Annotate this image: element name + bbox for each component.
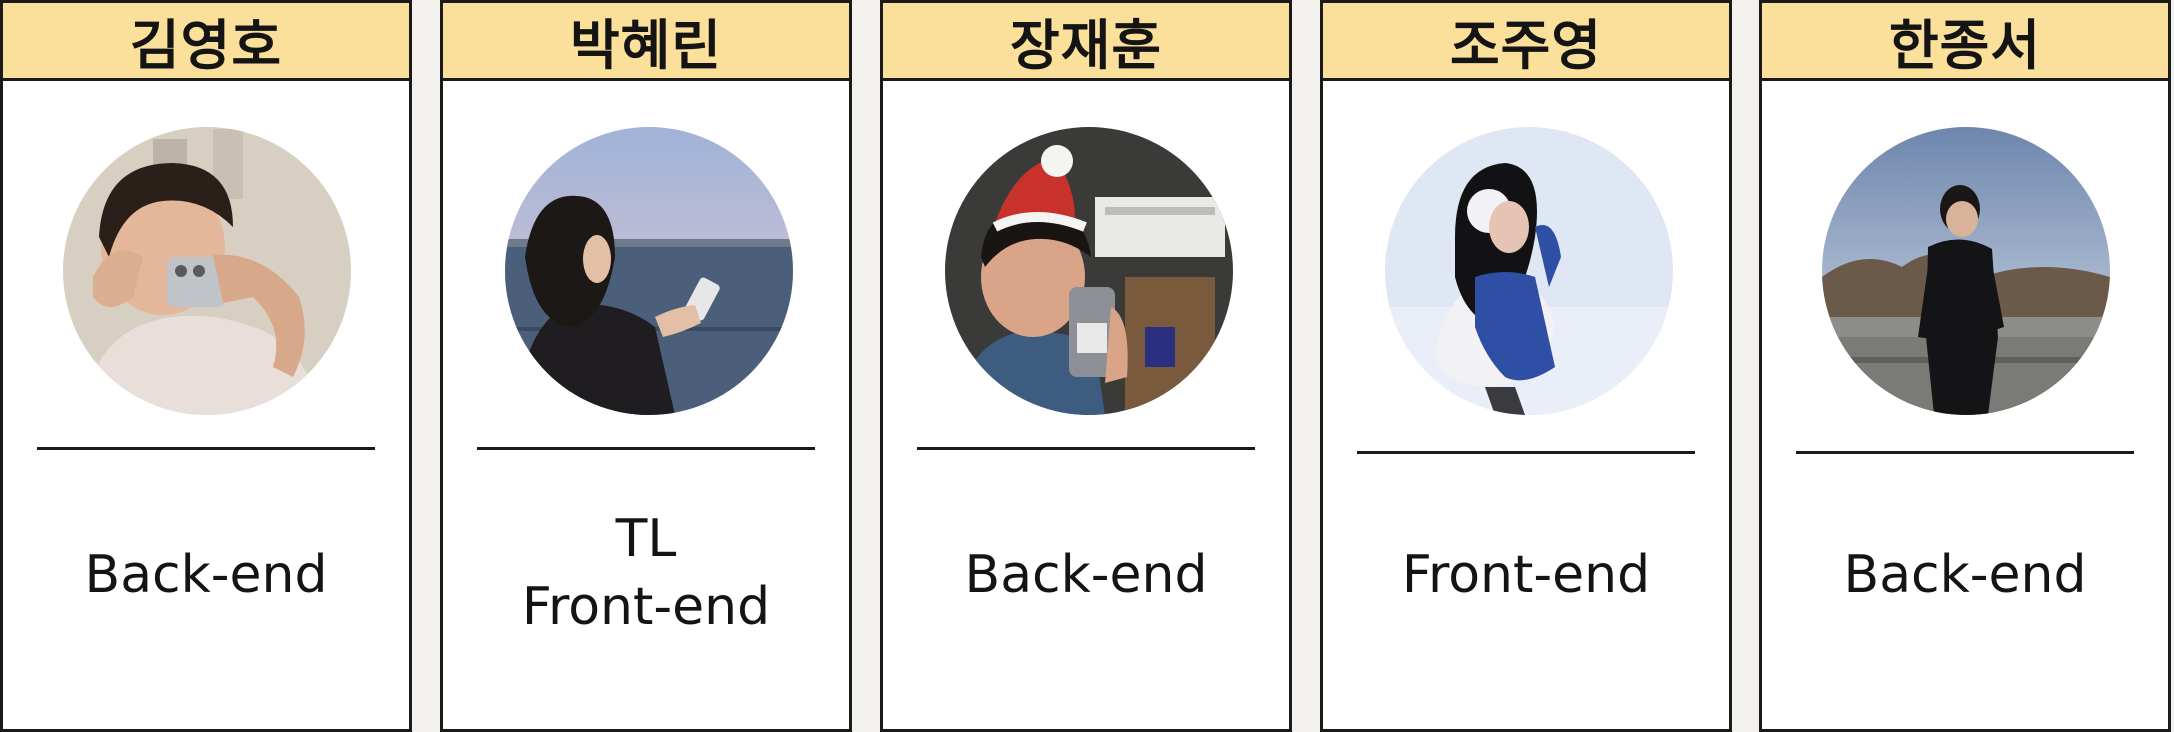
member-card-header: 김영호 xyxy=(3,3,409,81)
section-divider xyxy=(1357,451,1695,454)
member-card-1: 김영호 Back-end xyxy=(0,0,412,732)
member-name: 한종서 xyxy=(1888,14,2042,77)
section-divider xyxy=(1796,451,2134,454)
member-name: 장재훈 xyxy=(1009,14,1163,77)
member-avatar xyxy=(63,127,351,415)
member-card-2: 박혜린 TL Front-end xyxy=(440,0,852,732)
member-role: Back-end xyxy=(1762,549,2168,601)
member-photo xyxy=(945,127,1233,415)
role-text: Back-end xyxy=(964,545,1208,605)
member-avatar xyxy=(1822,127,2110,415)
member-card-header: 박혜린 xyxy=(443,3,849,81)
member-name: 조주영 xyxy=(1449,14,1603,77)
role-text-primary: TL xyxy=(615,509,677,569)
member-photo xyxy=(505,127,793,415)
role-text: Back-end xyxy=(1843,545,2087,605)
member-role: Back-end xyxy=(883,549,1289,601)
role-text-secondary: Front-end xyxy=(521,577,771,637)
role-text: Back-end xyxy=(84,545,328,605)
member-photo xyxy=(63,127,351,415)
section-divider xyxy=(917,447,1255,450)
member-role: Back-end xyxy=(3,549,409,601)
member-card-header: 한종서 xyxy=(1762,3,2168,81)
member-avatar xyxy=(1385,127,1673,415)
member-avatar xyxy=(945,127,1233,415)
member-name: 박혜린 xyxy=(569,14,723,77)
member-name: 김영호 xyxy=(129,14,283,77)
section-divider xyxy=(477,447,815,450)
member-card-header: 장재훈 xyxy=(883,3,1289,81)
role-text: Front-end xyxy=(1401,545,1651,605)
member-photo xyxy=(1385,127,1673,415)
member-role: Front-end xyxy=(1323,549,1729,601)
member-role: TL Front-end xyxy=(443,505,849,641)
member-card-4: 조주영 Front-end xyxy=(1320,0,1732,732)
section-divider xyxy=(37,447,375,450)
member-card-3: 장재훈 Back-end xyxy=(880,0,1292,732)
member-card-header: 조주영 xyxy=(1323,3,1729,81)
member-photo xyxy=(1822,127,2110,415)
member-card-5: 한종서 Back-end xyxy=(1759,0,2171,732)
member-avatar xyxy=(505,127,793,415)
